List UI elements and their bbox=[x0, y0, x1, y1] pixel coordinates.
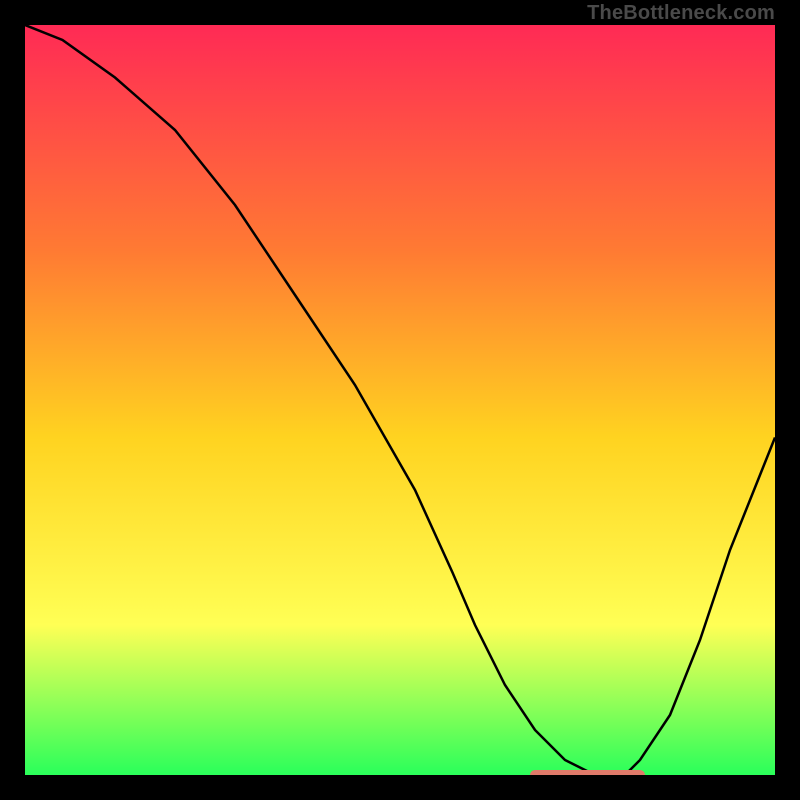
watermark-label: TheBottleneck.com bbox=[587, 2, 775, 25]
bottleneck-plot bbox=[25, 25, 775, 775]
chart-container: TheBottleneck.com bbox=[0, 0, 800, 800]
gradient-background bbox=[25, 25, 775, 775]
